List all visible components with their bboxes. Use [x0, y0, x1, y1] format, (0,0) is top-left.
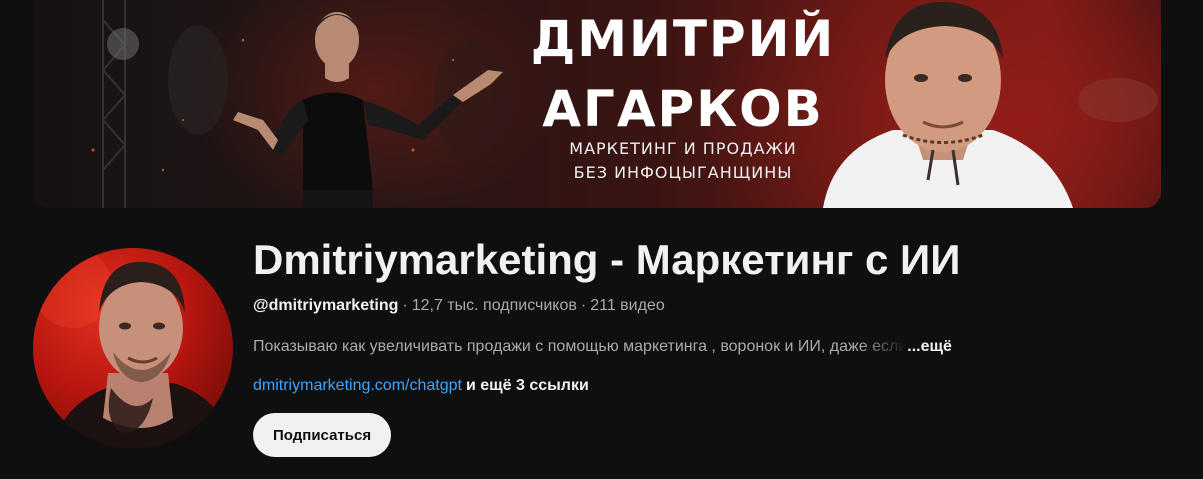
channel-page: ДМИТРИЙ АГАРКОВ МАРКЕТИНГ И ПРОДАЖИ БЕЗ …: [0, 0, 1203, 479]
meta-separator: ·: [402, 297, 408, 314]
avatar-portrait: [33, 248, 233, 448]
channel-name: Dmitriymarketing - Маркетинг с ИИ: [253, 236, 961, 283]
channel-handle: @dmitriymarketing: [253, 297, 399, 314]
subscriber-count: 12,7 тыс. подписчиков: [411, 297, 577, 314]
channel-links: dmitriymarketing.com/chatgpt и ещё 3 ссыл…: [253, 376, 589, 396]
banner-title-first-name: ДМИТРИЙ: [530, 10, 836, 68]
video-count: 211 видео: [590, 297, 665, 314]
description-text: Показываю как увеличивать продажи с помо…: [253, 338, 908, 355]
channel-avatar[interactable]: [33, 248, 233, 448]
banner-subtitle-line2: БЕЗ ИНФОЦЫГАНЩИНЫ: [573, 163, 793, 182]
channel-description[interactable]: Показываю как увеличивать продажи с помо…: [253, 337, 1013, 357]
more-links-button[interactable]: и ещё 3 ссылки: [466, 377, 589, 394]
meta-separator: ·: [580, 297, 587, 314]
channel-meta: @dmitriymarketing · 12,7 тыс. подписчиков ·…: [253, 296, 665, 316]
subscribe-button[interactable]: Подписаться: [253, 413, 392, 457]
description-more-button[interactable]: ...ещё: [907, 338, 952, 355]
channel-link[interactable]: dmitriymarketing.com/chatgpt: [253, 377, 462, 394]
channel-banner: ДМИТРИЙ АГАРКОВ МАРКЕТИНГ И ПРОДАЖИ БЕЗ …: [33, 0, 1161, 208]
banner-title-last-name: АГАРКОВ: [542, 80, 824, 138]
banner-subtitle-line1: МАРКЕТИНГ И ПРОДАЖИ: [569, 139, 797, 158]
